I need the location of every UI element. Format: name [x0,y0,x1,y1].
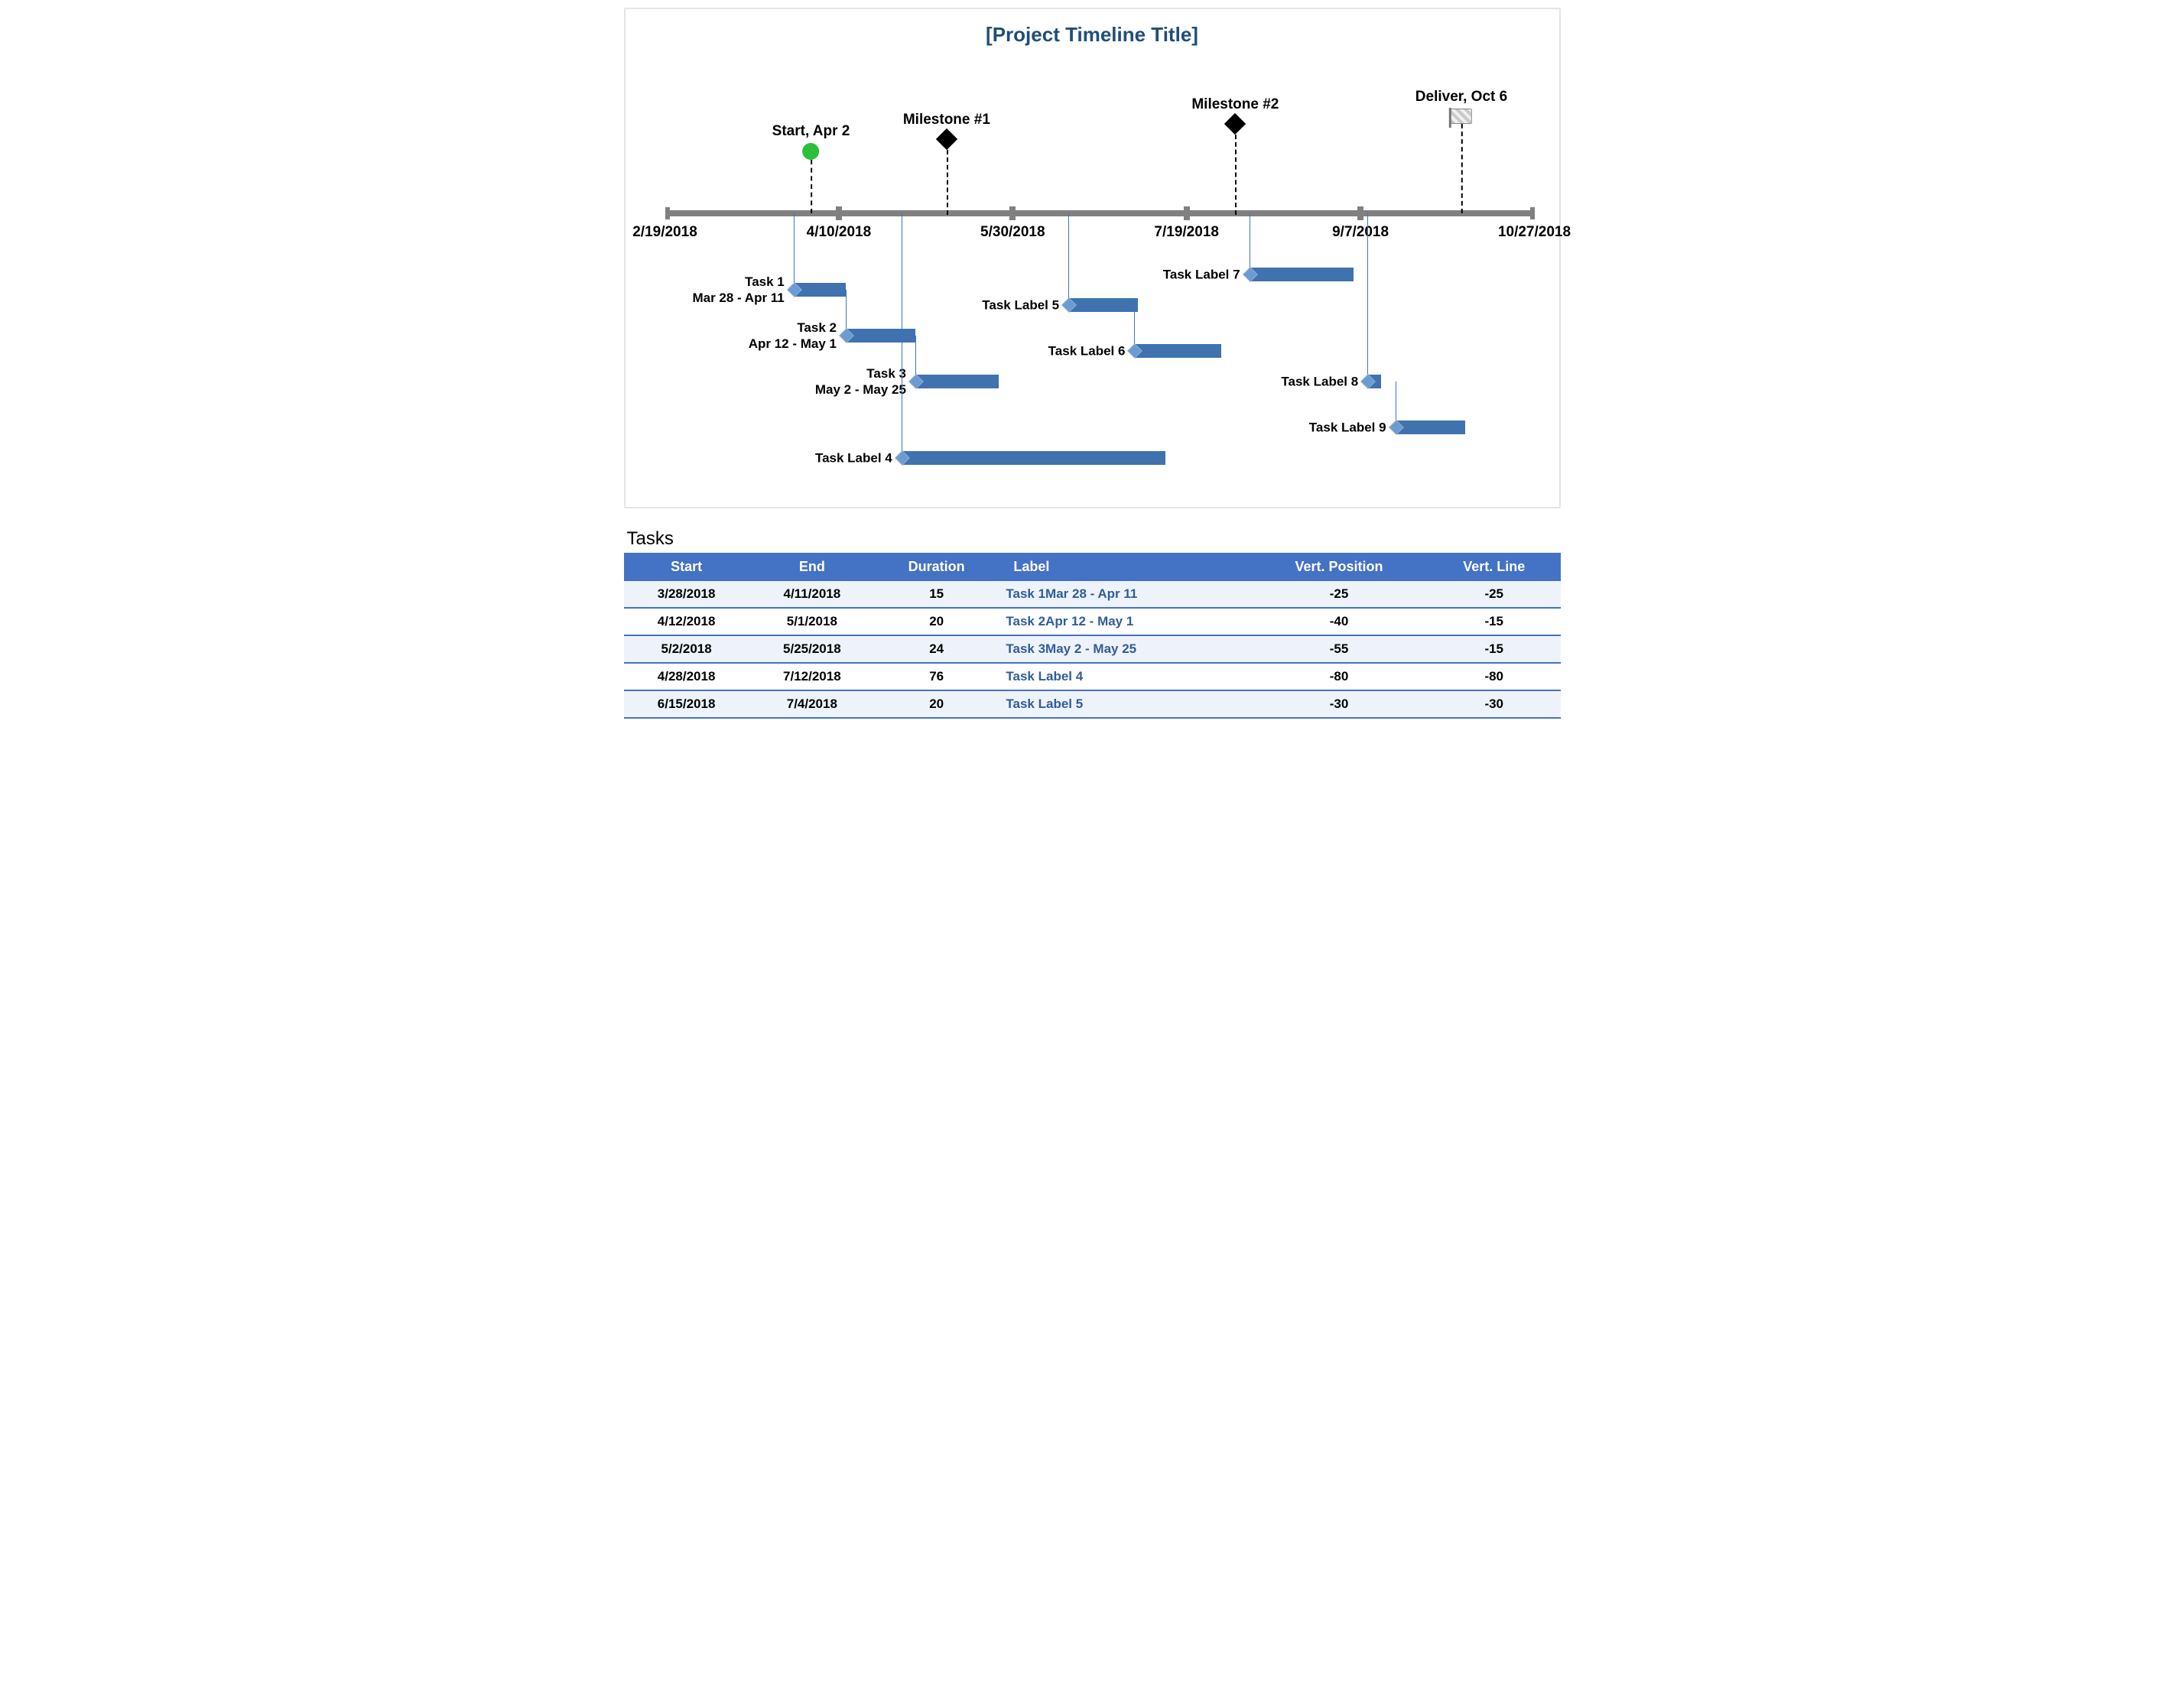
milestone: Milestone #2 [1191,96,1279,135]
milestone-label: Deliver, Oct 6 [1415,89,1507,106]
table-cell: Task Label 5 [998,690,1250,718]
table-cell: -15 [1428,635,1561,663]
task-bar [1367,375,1381,388]
table-header: Vert. Position [1250,553,1428,581]
table-cell: Task Label 4 [998,663,1250,690]
timeline-chart: [Project Timeline Title] 2/19/2018 4/10/2… [624,8,1561,508]
table-cell: -30 [1250,690,1428,718]
axis-tick-label: 10/27/2018 [1498,224,1571,241]
table-cell: 7/4/2018 [749,690,875,718]
table-header: Start [624,553,749,581]
diamond-icon [936,128,957,150]
table-cell: -15 [1428,608,1561,635]
table-cell: -80 [1428,663,1561,690]
table-cell: Task 1Mar 28 - Apr 11 [998,581,1250,608]
milestone-leader [1461,124,1463,213]
task-bar [846,329,915,343]
task-label: Task Label 5 [982,297,1065,313]
milestone: Milestone #1 [903,112,990,150]
chart-title: [Project Timeline Title] [642,23,1542,47]
table-cell: 4/28/2018 [624,663,749,690]
table-cell: -30 [1428,690,1561,718]
table-cell: -55 [1250,635,1428,663]
milestone: Deliver, Oct 6 [1415,89,1507,124]
milestone-label: Start, Apr 2 [772,123,850,140]
table-header: Label [998,553,1250,581]
table-cell: 15 [875,581,998,608]
circle-icon [803,143,820,160]
table-row: 3/28/20184/11/201815Task 1Mar 28 - Apr 1… [624,581,1561,608]
table-cell: -25 [1250,581,1428,608]
table-cell: 7/12/2018 [749,663,875,690]
tasks-table: StartEndDurationLabelVert. PositionVert.… [624,553,1561,719]
table-cell: 5/2/2018 [624,635,749,663]
task-leader [1367,213,1368,382]
task-label: Task Label 8 [1281,373,1364,389]
table-cell: Task 2Apr 12 - May 1 [998,608,1250,635]
task-label: Task 1Mar 28 - Apr 11 [692,274,790,307]
table-cell: 20 [875,608,998,635]
axis-tick [1357,206,1363,220]
task-bar [902,451,1166,465]
milestone-leader [811,160,813,213]
table-header: End [749,553,875,581]
axis-tick-label: 9/7/2018 [1332,224,1389,241]
tasks-heading: Tasks [627,528,1561,550]
table-header: Vert. Line [1428,553,1561,581]
axis-tick-label: 2/19/2018 [632,224,697,241]
task-leader [794,213,795,290]
table-cell: 24 [875,635,998,663]
table-cell: 4/12/2018 [624,608,749,635]
task-leader [1068,213,1069,305]
table-row: 4/12/20185/1/201820Task 2Apr 12 - May 1-… [624,608,1561,635]
task-label: Task Label 9 [1309,419,1393,435]
table-row: 6/15/20187/4/201820Task Label 5-30-30 [624,690,1561,718]
task-bar [1250,268,1354,281]
axis-tick-label: 4/10/2018 [807,224,872,241]
table-cell: Task 3May 2 - May 25 [998,635,1250,663]
table-cell: 6/15/2018 [624,690,749,718]
axis-tick [1009,206,1016,220]
table-row: 5/2/20185/25/201824Task 3May 2 - May 25-… [624,635,1561,663]
axis-tick [836,206,842,220]
milestone-label: Milestone #1 [903,112,990,128]
task-bar [1068,298,1138,312]
task-label: Task 3May 2 - May 25 [815,365,912,398]
milestone-leader [947,150,948,215]
diamond-icon [1224,113,1246,135]
table-cell: -25 [1428,581,1561,608]
table-cell: 4/11/2018 [749,581,875,608]
table-cell: 5/25/2018 [749,635,875,663]
axis-tick-label: 7/19/2018 [1154,224,1219,241]
table-header: Duration [875,553,998,581]
task-bar [794,283,846,297]
table-cell: 20 [875,690,998,718]
axis-tick-label: 5/30/2018 [980,224,1045,241]
milestone-leader [1235,135,1237,215]
flag-icon [1451,109,1472,124]
task-label: Task Label 7 [1163,266,1246,282]
table-cell: -80 [1250,663,1428,690]
milestone-label: Milestone #2 [1191,96,1279,113]
milestone: Start, Apr 2 [772,123,850,160]
task-label: Task Label 4 [815,450,899,466]
plot-area: 2/19/20184/10/20185/30/20187/19/20189/7/… [642,57,1542,485]
table-cell: -40 [1250,608,1428,635]
table-row: 4/28/20187/12/201876Task Label 4-80-80 [624,663,1561,690]
axis-tick [1184,206,1190,220]
task-bar [1134,344,1221,358]
task-bar [1396,420,1465,434]
task-bar [915,375,999,388]
x-axis-line [665,210,1535,216]
task-label: Task Label 6 [1048,343,1132,359]
table-cell: 5/1/2018 [749,608,875,635]
table-cell: 76 [875,663,998,690]
table-cell: 3/28/2018 [624,581,749,608]
task-label: Task 2Apr 12 - May 1 [749,320,843,352]
